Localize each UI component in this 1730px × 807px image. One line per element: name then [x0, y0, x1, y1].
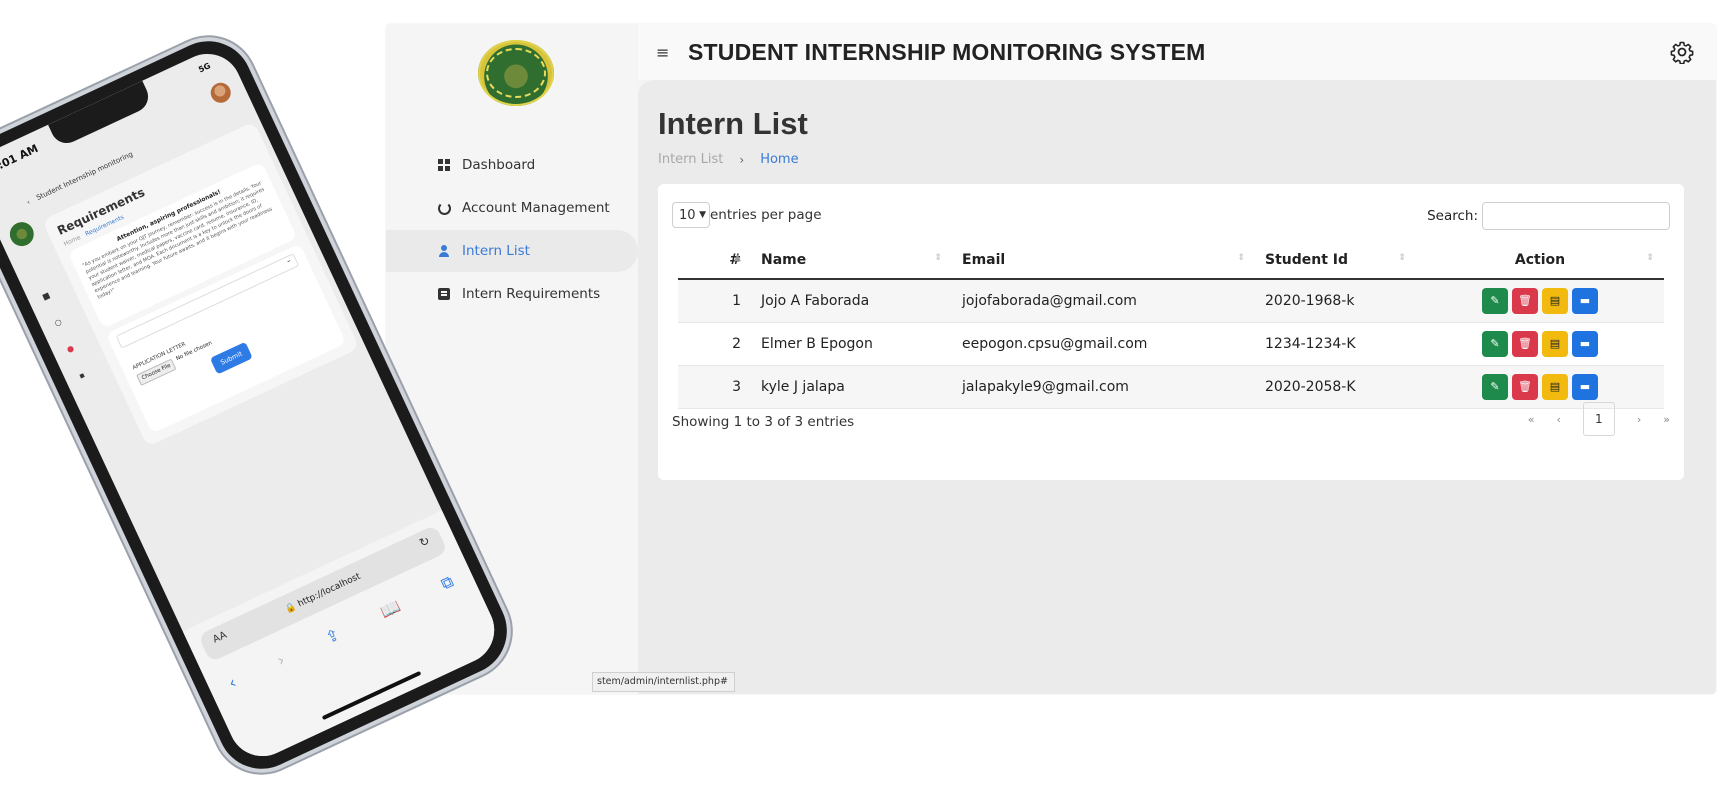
- column-header-number[interactable]: # ▲: [678, 242, 751, 280]
- chevron-down-icon: ▼: [699, 210, 706, 220]
- sort-icon: ▲: [734, 253, 741, 263]
- pagination: « ‹ 1 › »: [1528, 402, 1670, 436]
- message-button[interactable]: ▬: [1572, 374, 1598, 400]
- address-text: http://localhost: [296, 571, 363, 610]
- edit-button[interactable]: ✎: [1482, 331, 1508, 357]
- breadcrumb: Intern List › Home: [658, 152, 799, 167]
- table-row: 3 kyle J jalapa jalapakyle9@gmail.com 20…: [678, 365, 1664, 409]
- entries-per-page-value: 10: [679, 207, 696, 223]
- message-button[interactable]: ▬: [1572, 331, 1598, 357]
- clipboard-button[interactable]: ▤: [1542, 374, 1568, 400]
- last-page-button[interactable]: »: [1663, 413, 1670, 426]
- column-header-name[interactable]: Name ⇕: [751, 242, 952, 280]
- table-row: 2 Elmer B Epogon eepogon.cpsu@gmail.com …: [678, 322, 1664, 366]
- page-title: Intern List: [658, 106, 808, 141]
- cell-email: jalapakyle9@gmail.com: [952, 365, 1255, 409]
- main-content: Intern List Intern List › Home 10 ▼ entr…: [638, 80, 1716, 694]
- message-button[interactable]: ▬: [1572, 288, 1598, 314]
- sort-icon: ⇕: [1646, 253, 1654, 263]
- cell-number: 2: [678, 322, 751, 366]
- edit-button[interactable]: ✎: [1482, 374, 1508, 400]
- grid-icon: [438, 159, 450, 171]
- submit-button[interactable]: Submit: [209, 341, 253, 375]
- intern-table-card: 10 ▼ entries per page Search: # ▲ Name ⇕ E…: [658, 184, 1684, 480]
- entries-per-page-select[interactable]: 10 ▼: [672, 202, 710, 228]
- phone-time: 3:01 AM: [0, 141, 41, 176]
- search-label: Search:: [1427, 208, 1478, 224]
- column-header-email[interactable]: Email ⇕: [952, 242, 1255, 280]
- breadcrumb-separator: ›: [739, 152, 745, 167]
- first-page-button[interactable]: «: [1528, 413, 1535, 426]
- prev-page-button[interactable]: ‹: [1556, 413, 1560, 426]
- cell-actions: ✎ 🗑 ▤ ▬: [1416, 279, 1664, 323]
- share-icon[interactable]: ⇪: [322, 625, 343, 649]
- entries-length-control: 10 ▼ entries per page: [672, 202, 822, 228]
- table-info: Showing 1 to 3 of 3 entries: [672, 414, 855, 430]
- hamburger-menu-icon[interactable]: ≡: [656, 43, 670, 62]
- phone-logo: [5, 218, 38, 251]
- browser-window: Dashboard Account Management Intern List…: [386, 24, 1716, 694]
- table-search: Search:: [1427, 202, 1670, 230]
- sidebar-nav: Dashboard Account Management Intern List…: [386, 144, 638, 316]
- column-header-action[interactable]: Action ⇕: [1416, 242, 1664, 280]
- sort-icon: ⇕: [1398, 253, 1406, 263]
- intern-table: # ▲ Name ⇕ Email ⇕ Student Id ⇕ Action ⇕ 1 Jo…: [678, 242, 1664, 409]
- user-icon[interactable]: ●: [65, 343, 76, 354]
- breadcrumb-intern-list[interactable]: Intern List: [658, 152, 723, 167]
- avatar[interactable]: [207, 79, 235, 107]
- sidebar-item-label: Account Management: [462, 200, 610, 216]
- cell-actions: ✎ 🗑 ▤ ▬: [1416, 322, 1664, 366]
- university-logo: [478, 40, 554, 106]
- search-input[interactable]: [1482, 202, 1670, 230]
- message-icon: [438, 288, 450, 300]
- sidebar-item-intern-list[interactable]: Intern List: [386, 230, 638, 272]
- ring-icon[interactable]: ○: [53, 317, 64, 328]
- breadcrumb-home[interactable]: Home: [760, 152, 798, 167]
- sort-icon: ⇕: [1237, 253, 1245, 263]
- cell-student-id: 2020-1968-k: [1255, 279, 1416, 323]
- delete-button[interactable]: 🗑: [1512, 288, 1538, 314]
- cell-student-id: 2020-2058-K: [1255, 365, 1416, 409]
- grid-icon[interactable]: ■: [41, 290, 52, 301]
- edit-button[interactable]: ✎: [1482, 288, 1508, 314]
- phone-status: 5G: [197, 61, 212, 75]
- sidebar-item-intern-requirements[interactable]: Intern Requirements: [386, 273, 638, 315]
- phone-back-icon[interactable]: ‹: [25, 198, 31, 206]
- cell-name: Elmer B Epogon: [751, 322, 952, 366]
- tabs-icon[interactable]: ⧉: [438, 571, 457, 594]
- clipboard-button[interactable]: ▤: [1542, 331, 1568, 357]
- cell-name: Jojo A Faborada: [751, 279, 952, 323]
- sidebar-item-account-management[interactable]: Account Management: [386, 187, 638, 229]
- sidebar-item-label: Intern List: [462, 243, 530, 259]
- column-header-student-id[interactable]: Student Id ⇕: [1255, 242, 1416, 280]
- top-header: ≡ STUDENT INTERNSHIP MONITORING SYSTEM: [638, 24, 1716, 80]
- table-row: 1 Jojo A Faborada jojofaborada@gmail.com…: [678, 279, 1664, 323]
- cell-email: eepogon.cpsu@gmail.com: [952, 322, 1255, 366]
- entries-per-page-label: entries per page: [710, 207, 822, 223]
- app-title: STUDENT INTERNSHIP MONITORING SYSTEM: [688, 38, 1206, 65]
- delete-button[interactable]: 🗑: [1512, 331, 1538, 357]
- cell-student-id: 1234-1234-K: [1255, 322, 1416, 366]
- table-header-row: # ▲ Name ⇕ Email ⇕ Student Id ⇕ Action ⇕: [678, 242, 1664, 280]
- ring-icon: [438, 201, 451, 215]
- message-icon[interactable]: ▪: [78, 369, 89, 380]
- back-icon[interactable]: ‹: [225, 673, 239, 694]
- sidebar-item-dashboard[interactable]: Dashboard: [386, 144, 638, 186]
- cell-email: jojofaborada@gmail.com: [952, 279, 1255, 323]
- sidebar-item-label: Intern Requirements: [462, 286, 601, 302]
- status-bar-url: stem/admin/internlist.php#: [592, 672, 735, 692]
- sidebar-item-label: Dashboard: [462, 157, 536, 173]
- cell-number: 3: [678, 365, 751, 409]
- cell-number: 1: [678, 279, 751, 323]
- delete-button[interactable]: 🗑: [1512, 374, 1538, 400]
- bookmarks-icon[interactable]: 📖: [377, 596, 404, 623]
- sort-icon: ⇕: [934, 253, 942, 263]
- page-1-button[interactable]: 1: [1582, 402, 1615, 436]
- clipboard-button[interactable]: ▤: [1542, 288, 1568, 314]
- next-page-button[interactable]: ›: [1637, 413, 1641, 426]
- forward-icon[interactable]: ›: [274, 650, 288, 671]
- user-icon: [438, 245, 450, 257]
- cell-name: kyle J jalapa: [751, 365, 952, 409]
- gear-icon[interactable]: [1670, 40, 1694, 64]
